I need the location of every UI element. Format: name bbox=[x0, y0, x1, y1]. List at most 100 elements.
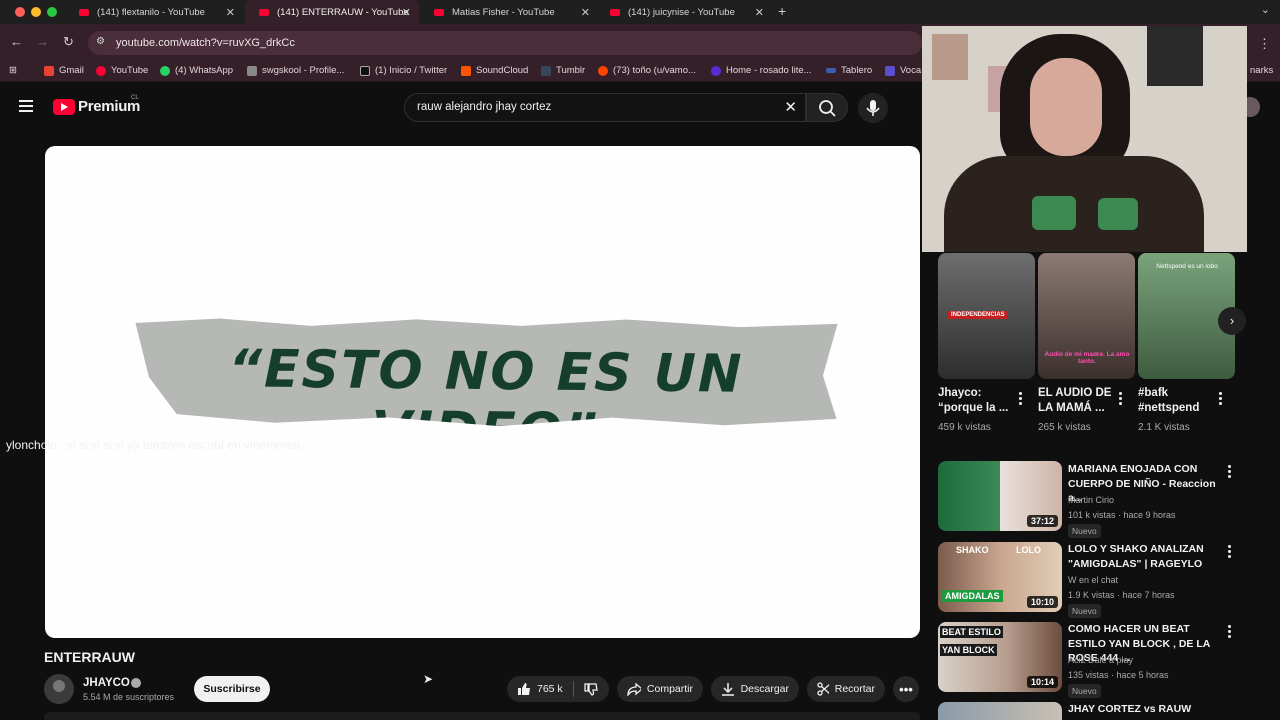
scissors-icon bbox=[817, 682, 829, 696]
thumb-label: BEAT ESTILO bbox=[940, 626, 1003, 638]
address-bar[interactable]: ⚙ youtube.com/watch?v=ruvXG_drkCc bbox=[88, 31, 922, 55]
video-channel[interactable]: Martin Cirio bbox=[1068, 495, 1114, 505]
video-thumbnail[interactable]: SHAKO LOLO AMIGDALAS 10:10 bbox=[938, 542, 1062, 612]
sweater-print bbox=[1098, 198, 1138, 230]
close-tab-icon[interactable]: ✕ bbox=[402, 6, 411, 19]
subscribe-button[interactable]: Suscribirse bbox=[194, 676, 270, 702]
search-button[interactable] bbox=[806, 93, 848, 122]
share-button[interactable]: Compartir bbox=[617, 676, 703, 702]
voice-search-button[interactable] bbox=[858, 93, 888, 123]
description-box-edge bbox=[44, 712, 920, 720]
video-meta: 135 vistas · hace 5 horas bbox=[1068, 670, 1169, 680]
bookmark-twitter[interactable]: (1) Inicio / Twitter bbox=[360, 65, 447, 76]
bookmark-gmail[interactable]: Gmail bbox=[44, 65, 84, 76]
short-thumbnail[interactable]: INDEPENDENCIAS bbox=[938, 253, 1035, 379]
forward-arrow-icon[interactable]: → bbox=[36, 34, 49, 49]
short-thumb-text: INDEPENDENCIAS bbox=[948, 311, 1008, 319]
search-input[interactable]: rauw alejandro jhay cortez ✕ bbox=[404, 93, 806, 122]
more-horizontal-icon: ••• bbox=[899, 681, 913, 697]
video-duration: 37:12 bbox=[1026, 515, 1058, 527]
bookmark-swgskool[interactable]: swgskool - Profile... bbox=[247, 65, 344, 76]
youtube-play-icon bbox=[53, 98, 75, 115]
video-thumbnail[interactable]: BEAT ESTILO YAN BLOCK 10:14 bbox=[938, 622, 1062, 692]
bookmark-tumblr[interactable]: Tumblr bbox=[541, 65, 585, 76]
short-title[interactable]: Jhayco: “porque la ... bbox=[938, 386, 1020, 416]
more-actions-button[interactable]: ••• bbox=[893, 676, 919, 702]
new-badge: Nuevo bbox=[1068, 684, 1101, 698]
bookmark-voca[interactable]: Voca bbox=[885, 65, 921, 76]
youtube-favicon-icon bbox=[259, 8, 269, 16]
a-letter-icon bbox=[247, 65, 257, 76]
browser-menu-icon[interactable]: ⋮ bbox=[1258, 36, 1271, 52]
browser-tab-active[interactable]: (141) ENTERRAUW - YouTube ✕ bbox=[245, 0, 419, 24]
thumb-label: SHAKO bbox=[956, 545, 989, 555]
tablero-icon bbox=[826, 68, 836, 73]
short-thumbnail[interactable]: Audio de mi madre. La amo tanto. bbox=[1038, 253, 1135, 379]
youtube-premium-logo[interactable]: Premium CL bbox=[53, 95, 140, 115]
like-button[interactable]: 765 k bbox=[507, 676, 609, 702]
short-title[interactable]: EL AUDIO DE LA MAMÁ ... bbox=[1038, 386, 1120, 416]
video-channel[interactable]: Aci2 Dale a play bbox=[1068, 655, 1133, 665]
close-tab-icon[interactable]: ✕ bbox=[226, 6, 235, 19]
short-thumb-text: Audio de mi madre. La amo tanto. bbox=[1044, 351, 1130, 365]
youtube-favicon-icon bbox=[434, 8, 444, 16]
apps-grid-icon[interactable]: ⊞ bbox=[9, 65, 17, 76]
all-bookmarks-link[interactable]: narks bbox=[1250, 65, 1273, 76]
download-button[interactable]: Descargar bbox=[711, 676, 799, 702]
live-chat-overlay-text: yloncholo : si si si si si ya también es… bbox=[6, 438, 301, 452]
x-logo-icon bbox=[360, 65, 370, 76]
video-title-link[interactable]: LOLO Y SHAKO ANALIZAN "AMIGDALAS" | RAGE… bbox=[1068, 542, 1220, 571]
whatsapp-icon bbox=[160, 65, 170, 76]
like-count: 765 k bbox=[537, 683, 563, 695]
subscriber-count: 5.54 M de suscriptores bbox=[83, 692, 175, 702]
close-window-button[interactable] bbox=[15, 7, 25, 17]
tab-search-chevron-icon[interactable]: ⌄ bbox=[1261, 3, 1270, 16]
bookmark-tablero[interactable]: Tablero bbox=[826, 65, 872, 76]
short-title[interactable]: #bafk #nettspend bbox=[1138, 386, 1220, 416]
bookmark-soundcloud[interactable]: SoundCloud bbox=[461, 65, 528, 76]
channel-avatar[interactable] bbox=[44, 674, 74, 704]
bookmark-youtube[interactable]: YouTube bbox=[96, 65, 148, 76]
video-player[interactable]: “ESTO NO ES UN VIDEO” bbox=[45, 146, 920, 638]
short-menu-icon[interactable] bbox=[1019, 392, 1023, 407]
new-tab-icon[interactable]: + bbox=[778, 3, 786, 19]
browser-tab[interactable]: (141) flextanilo - YouTube ✕ bbox=[65, 0, 243, 24]
channel-name[interactable]: JHAYCO bbox=[83, 677, 130, 689]
like-divider bbox=[573, 681, 574, 697]
video-menu-icon[interactable] bbox=[1228, 465, 1232, 480]
short-menu-icon[interactable] bbox=[1119, 392, 1123, 407]
video-thumbnail[interactable]: 37:12 bbox=[938, 461, 1062, 531]
thumbs-down-icon[interactable] bbox=[583, 681, 599, 697]
bookmark-rosado[interactable]: Home - rosado lite... bbox=[711, 65, 812, 76]
minimize-window-button[interactable] bbox=[31, 7, 41, 17]
back-arrow-icon[interactable]: ← bbox=[10, 34, 23, 49]
mouse-cursor-icon: ➤ bbox=[423, 672, 434, 686]
shorts-next-chevron-icon[interactable]: › bbox=[1218, 307, 1246, 335]
clear-search-icon[interactable]: ✕ bbox=[784, 98, 797, 116]
wall-poster bbox=[1147, 26, 1203, 86]
clip-button[interactable]: Recortar bbox=[807, 676, 885, 702]
video-menu-icon[interactable] bbox=[1228, 625, 1232, 640]
maximize-window-button[interactable] bbox=[47, 7, 57, 17]
video-channel[interactable]: W en el chat bbox=[1068, 575, 1118, 585]
bookmark-reddit[interactable]: (73) toño (u/vamo... bbox=[598, 65, 696, 76]
video-meta: 1.9 K vistas · hace 7 horas bbox=[1068, 590, 1175, 600]
video-duration: 10:14 bbox=[1026, 676, 1058, 688]
site-settings-icon[interactable]: ⚙ bbox=[96, 36, 105, 47]
close-tab-icon[interactable]: ✕ bbox=[581, 6, 590, 19]
gmail-icon bbox=[44, 65, 54, 76]
wall-poster bbox=[932, 34, 968, 80]
browser-tab[interactable]: (141) juicynise - YouTube ✕ bbox=[596, 0, 772, 24]
bookmark-whatsapp[interactable]: (4) WhatsApp bbox=[160, 65, 233, 76]
video-menu-icon[interactable] bbox=[1228, 545, 1232, 560]
close-tab-icon[interactable]: ✕ bbox=[755, 6, 764, 19]
share-arrow-icon bbox=[627, 682, 641, 696]
video-title-link[interactable]: JHAY CORTEZ vs RAUW bbox=[1068, 702, 1220, 717]
microphone-icon bbox=[866, 100, 880, 116]
search-icon bbox=[819, 100, 836, 117]
browser-tab[interactable]: Matias Fisher - YouTube ✕ bbox=[420, 0, 598, 24]
hamburger-menu-icon[interactable] bbox=[19, 100, 33, 112]
reload-icon[interactable]: ↻ bbox=[63, 34, 74, 50]
video-thumbnail[interactable] bbox=[938, 702, 1062, 720]
short-menu-icon[interactable] bbox=[1219, 392, 1223, 407]
